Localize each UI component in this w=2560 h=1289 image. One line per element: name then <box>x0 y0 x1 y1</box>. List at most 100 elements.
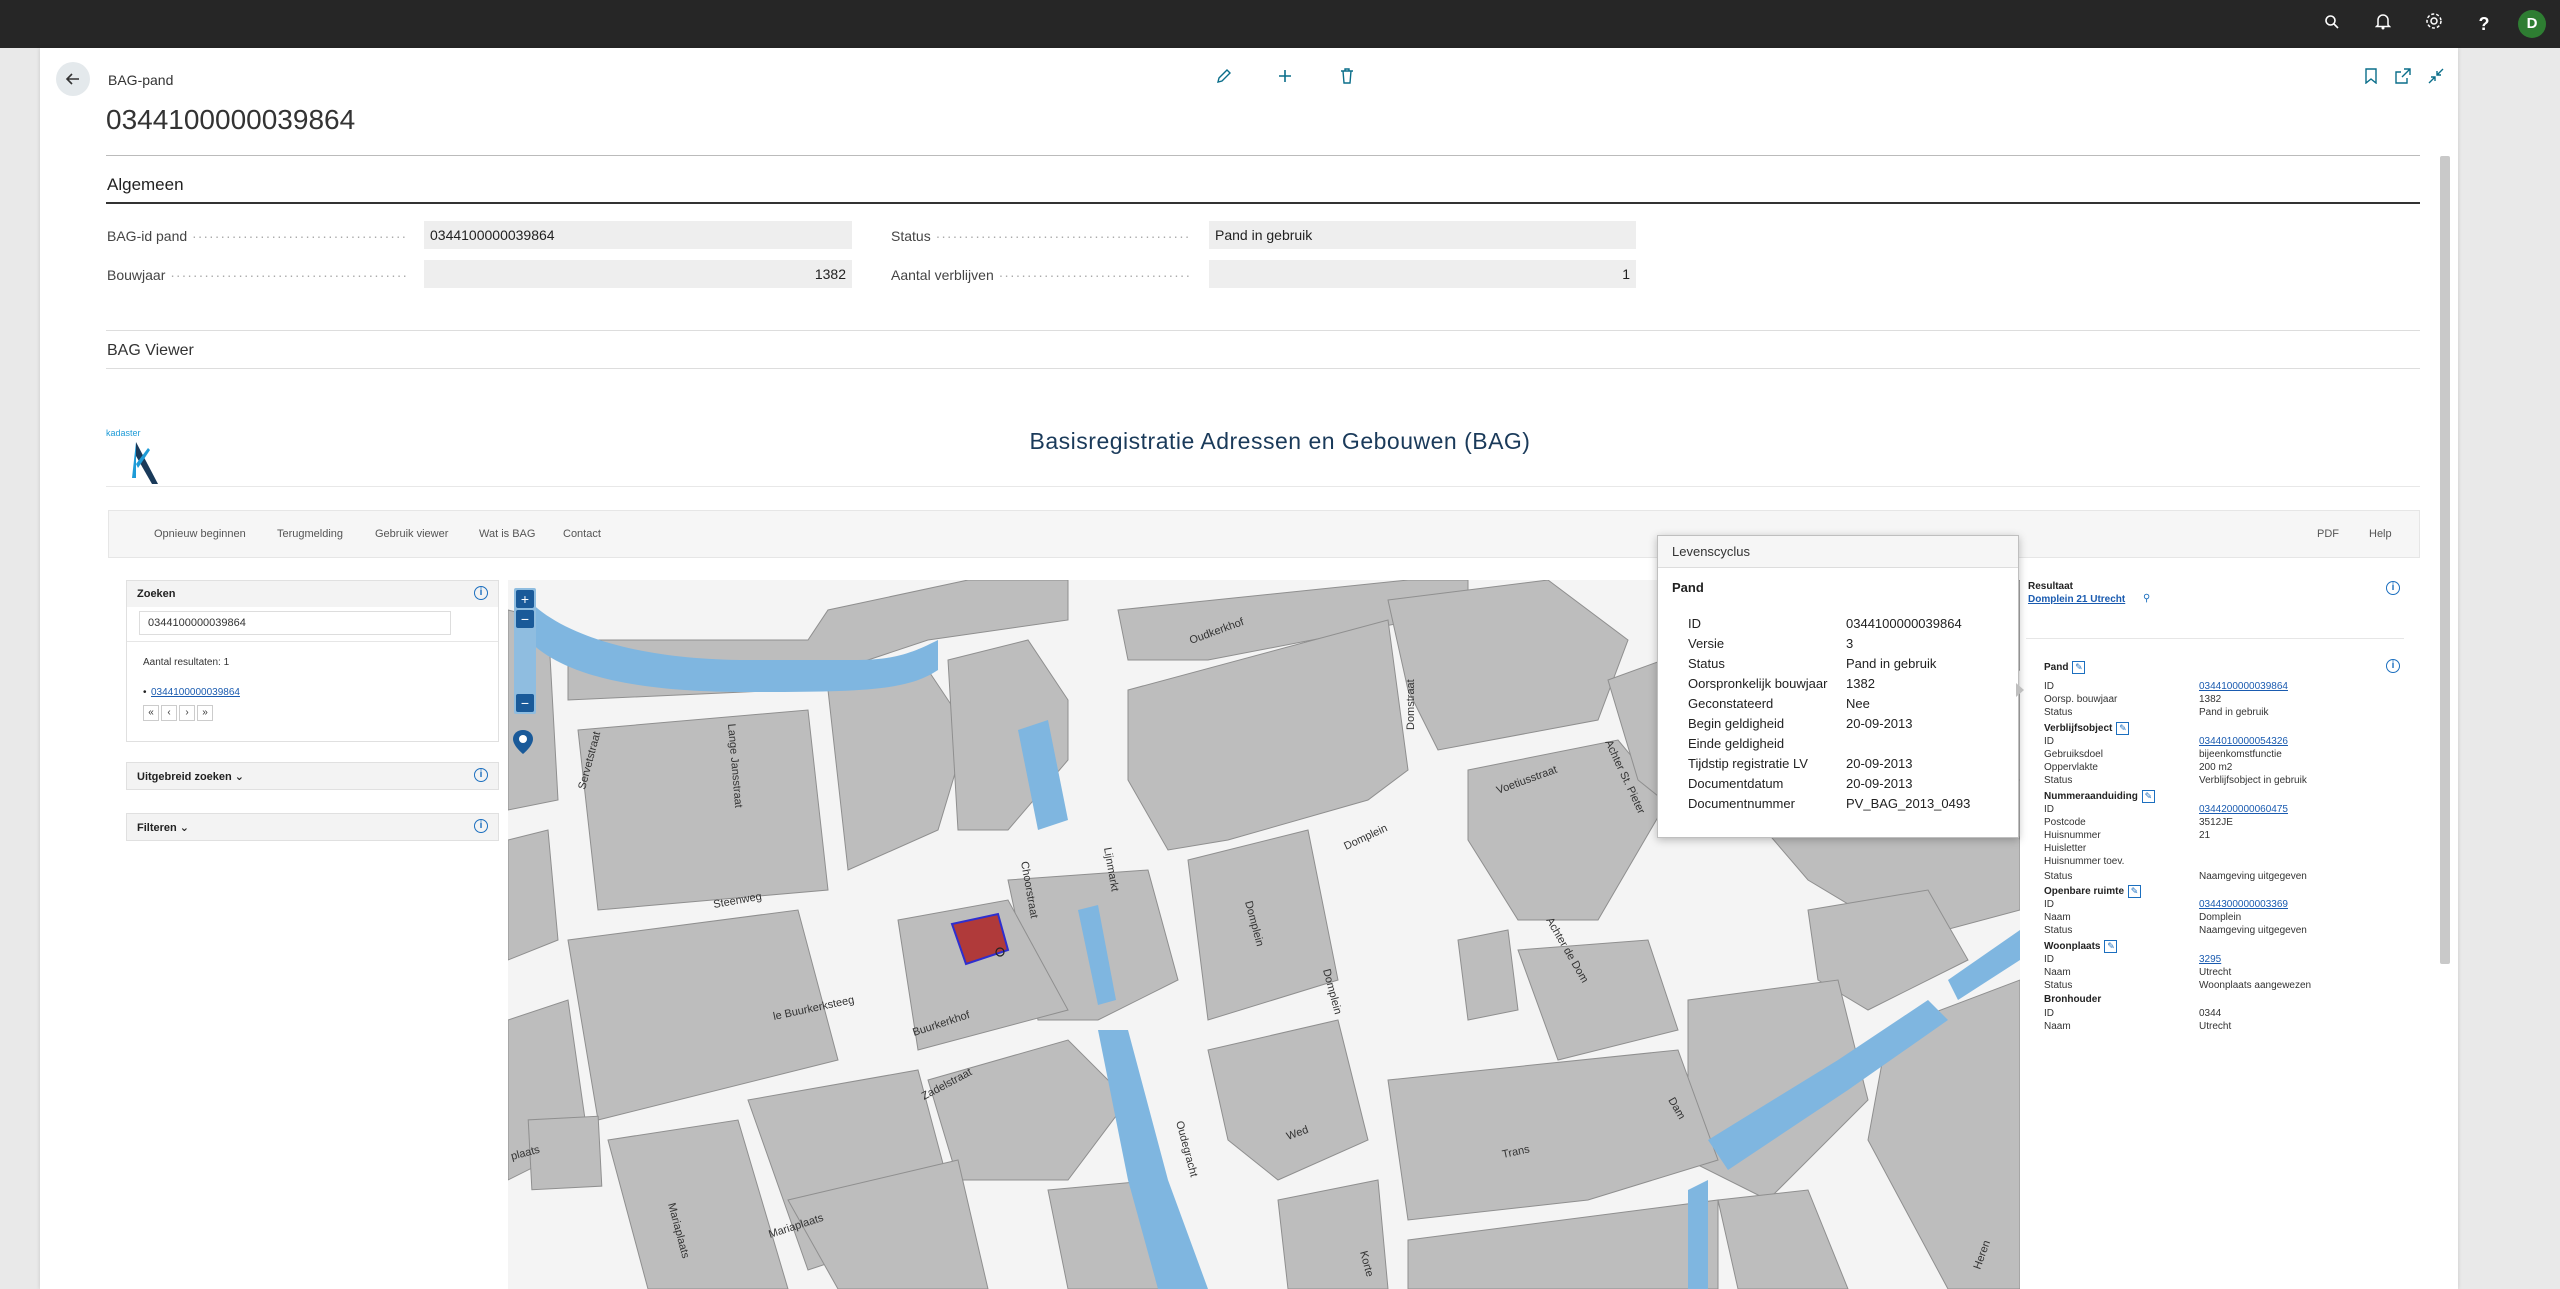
search-icon[interactable] <box>2320 12 2344 36</box>
wp-naam-value: Utrecht <box>2199 967 2232 978</box>
vbo-doel-value: bijeenkomstfunctie <box>2199 749 2282 760</box>
field-label-aantal-verblijven: Aantal verblijven <box>891 267 1191 283</box>
edit-openbare-ruimte-icon[interactable]: ✎ <box>2128 885 2142 898</box>
vbo-id-link[interactable]: 0344010000054326 <box>2199 736 2288 747</box>
section-title-algemeen[interactable]: Algemeen <box>107 175 184 195</box>
filteren-header[interactable]: Filteren ⌄ i <box>127 814 498 840</box>
zoeken-title: Zoeken <box>137 588 176 600</box>
bh-naam-label: Naam <box>2044 1021 2071 1032</box>
or-status-label: Status <box>2044 925 2073 936</box>
nav-help[interactable]: Help <box>2369 528 2392 540</box>
popup-subtitle: Pand <box>1672 580 1704 595</box>
na-postcode-label: Postcode <box>2044 817 2086 828</box>
open-new-window-icon[interactable] <box>2392 68 2414 90</box>
bag-viewer-title: Basisregistratie Adressen en Gebouwen (B… <box>1029 428 1531 454</box>
popup-label-documentnummer: Documentnummer <box>1688 796 1795 811</box>
result-link[interactable]: 0344100000039864 <box>151 687 240 698</box>
info-icon[interactable]: i <box>474 586 488 600</box>
or-naam-label: Naam <box>2044 912 2071 923</box>
zoom-in-button[interactable]: + <box>516 590 534 608</box>
edit-woonplaats-icon[interactable]: ✎ <box>2104 940 2118 953</box>
zoom-out-button[interactable]: − <box>516 694 534 712</box>
field-value-bouwjaar[interactable]: 1382 <box>424 260 852 288</box>
vbo-status-value: Verblijfsobject in gebruik <box>2199 775 2307 786</box>
section-title-bag-viewer[interactable]: BAG Viewer <box>107 342 194 360</box>
zoeken-panel-header: Zoeken i <box>127 581 498 607</box>
location-pin-icon[interactable]: ⚲ <box>2143 593 2150 604</box>
wp-status-label: Status <box>2044 980 2073 991</box>
bookmark-icon[interactable] <box>2360 68 2382 90</box>
map-marker-icon[interactable] <box>511 728 535 756</box>
collapse-icon[interactable] <box>2425 68 2447 90</box>
pand-id-label: ID <box>2044 681 2054 692</box>
bh-id-value: 0344 <box>2199 1008 2222 1019</box>
info-icon[interactable]: i <box>474 768 488 782</box>
bell-icon[interactable] <box>2371 12 2395 36</box>
na-huisletter-label: Huisletter <box>2044 843 2087 854</box>
nav-contact[interactable]: Contact <box>563 528 601 540</box>
na-id-link[interactable]: 0344200000060475 <box>2199 804 2288 815</box>
nav-pdf[interactable]: PDF <box>2317 528 2339 540</box>
breadcrumb[interactable]: BAG-pand <box>108 72 173 88</box>
viewer-divider-top <box>106 330 2420 331</box>
nav-wat-is-bag[interactable]: Wat is BAG <box>479 528 535 540</box>
popup-value-tijdstip-registratie: 20-09-2013 <box>1846 756 1913 771</box>
popup-value-bouwjaar: 1382 <box>1846 676 1875 691</box>
na-toev-label: Huisnummer toev. <box>2044 856 2125 867</box>
search-input[interactable]: 0344100000039864 <box>139 611 451 635</box>
popup-value-documentdatum: 20-09-2013 <box>1846 776 1913 791</box>
popup-label-versie: Versie <box>1688 636 1725 651</box>
result-bronhouder-title: Bronhouder <box>2044 994 2102 1005</box>
page-scrollbar[interactable] <box>2440 156 2450 964</box>
delete-icon[interactable] <box>1336 68 1358 90</box>
filteren-panel[interactable]: Filteren ⌄ i <box>126 813 499 841</box>
pager-first[interactable]: « <box>143 705 159 721</box>
field-value-bag-id[interactable]: 0344100000039864 <box>424 221 852 249</box>
app-top-bar: ? D <box>0 0 2560 48</box>
popup-title: Levenscyclus <box>1658 536 2018 568</box>
uitgebreid-zoeken-title[interactable]: Uitgebreid zoeken ⌄ <box>137 771 244 783</box>
vbo-status-label: Status <box>2044 775 2073 786</box>
popup-label-status: Status <box>1688 656 1725 671</box>
edit-icon[interactable] <box>1213 68 1235 90</box>
back-button[interactable] <box>56 62 90 96</box>
info-icon[interactable]: i <box>2386 659 2400 673</box>
edit-verblijfsobject-icon[interactable]: ✎ <box>2116 722 2130 735</box>
nav-terugmelding[interactable]: Terugmelding <box>277 528 343 540</box>
pager-prev[interactable]: ‹ <box>161 705 177 721</box>
field-label-bouwjaar: Bouwjaar <box>107 267 407 283</box>
edit-nummeraanduiding-icon[interactable]: ✎ <box>2141 790 2155 803</box>
popup-value-geconstateerd: Nee <box>1846 696 1870 711</box>
street-label-domstraat: Domstraat <box>1405 679 1417 730</box>
zoom-slider-handle[interactable]: − <box>516 610 534 628</box>
info-icon[interactable]: i <box>474 819 488 833</box>
na-huisnummer-label: Huisnummer <box>2044 830 2101 841</box>
wp-id-link[interactable]: 3295 <box>2199 954 2221 965</box>
pager-last[interactable]: » <box>197 705 213 721</box>
wp-id-label: ID <box>2044 954 2054 965</box>
info-icon[interactable]: i <box>2386 581 2400 595</box>
pager-next[interactable]: › <box>179 705 195 721</box>
edit-pand-icon[interactable]: ✎ <box>2072 661 2086 674</box>
uitgebreid-zoeken-header[interactable]: Uitgebreid zoeken ⌄ i <box>127 763 498 789</box>
nav-opnieuw-beginnen[interactable]: Opnieuw beginnen <box>154 528 246 540</box>
or-status-value: Naamgeving uitgegeven <box>2199 925 2307 936</box>
vbo-id-label: ID <box>2044 736 2054 747</box>
help-icon[interactable]: ? <box>2472 12 2496 36</box>
uitgebreid-zoeken-panel[interactable]: Uitgebreid zoeken ⌄ i <box>126 762 499 790</box>
or-id-link[interactable]: 0344300000003369 <box>2199 899 2288 910</box>
result-divider <box>2026 638 2404 639</box>
pand-id-link[interactable]: 0344100000039864 <box>2199 681 2288 692</box>
na-id-label: ID <box>2044 804 2054 815</box>
nav-gebruik-viewer[interactable]: Gebruik viewer <box>375 528 448 540</box>
na-status-value: Naamgeving uitgegeven <box>2199 871 2307 882</box>
user-avatar[interactable]: D <box>2518 10 2546 38</box>
map-zoom-control[interactable]: + − − <box>514 588 536 714</box>
gear-icon[interactable] <box>2422 12 2446 36</box>
result-woonplaats-title: Woonplaats ✎ <box>2044 940 2118 953</box>
result-address-link[interactable]: Domplein 21 Utrecht <box>2028 594 2125 605</box>
filteren-title[interactable]: Filteren ⌄ <box>137 822 189 834</box>
add-icon[interactable] <box>1274 68 1296 90</box>
field-value-status[interactable]: Pand in gebruik <box>1209 221 1636 249</box>
field-value-aantal-verblijven[interactable]: 1 <box>1209 260 1636 288</box>
